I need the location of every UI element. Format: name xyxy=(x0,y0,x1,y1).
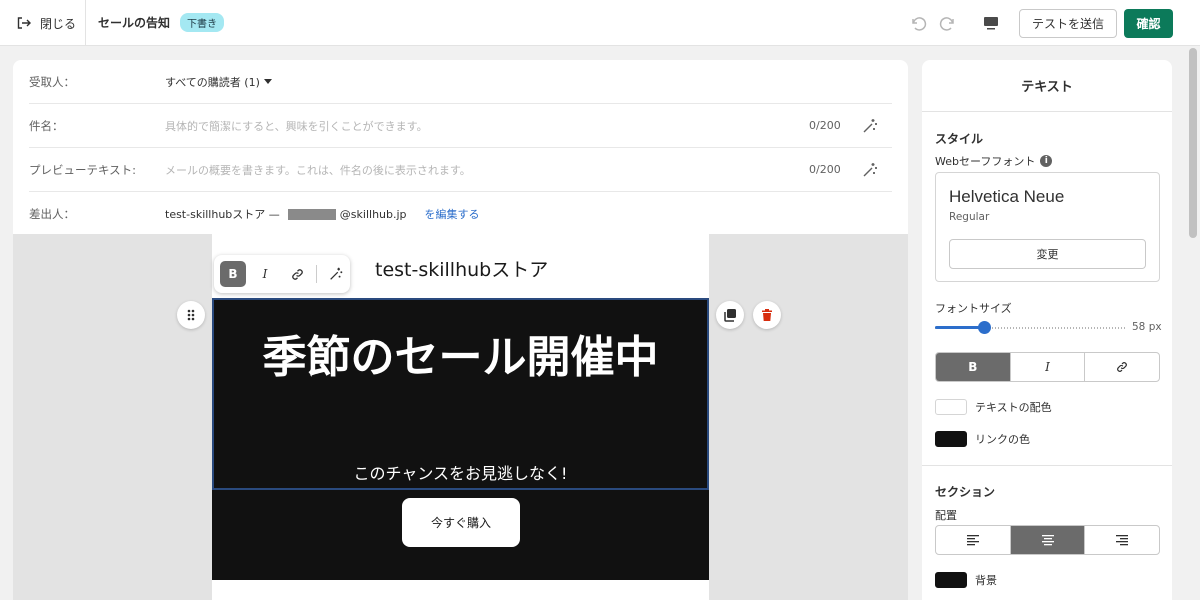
top-bar: 閉じる セールの告知 下書き テストを送信 確認 xyxy=(0,0,1200,46)
alignment-label: 配置 xyxy=(935,509,957,522)
link-color-swatch[interactable] xyxy=(935,431,967,447)
scrollbar-thumb[interactable] xyxy=(1189,48,1197,238)
background-color-row[interactable]: 背景 xyxy=(935,572,997,588)
websafe-font-label: Webセーフフォント i xyxy=(935,153,1053,169)
align-left-icon xyxy=(966,535,979,546)
page-title: セールの告知 xyxy=(98,16,171,30)
link-color-row[interactable]: リンクの色 xyxy=(935,431,1030,447)
redacted-block xyxy=(287,208,336,220)
drag-handle-icon xyxy=(187,309,195,321)
sender-row: 差出人： test-skillhubストア — @skillhub.jp を編集… xyxy=(29,192,892,236)
align-center-button[interactable] xyxy=(1010,526,1086,554)
drag-handle[interactable] xyxy=(177,301,205,329)
exit-icon xyxy=(17,17,31,29)
selected-block-outline xyxy=(212,298,709,490)
email-header-form: 受取人： すべての購読者 (1) 件名： 具体的で簡潔にすると、興味を引くことが… xyxy=(13,60,908,234)
panel-link-button[interactable] xyxy=(1085,353,1159,381)
delete-button[interactable] xyxy=(753,301,781,329)
sender-label: 差出人： xyxy=(29,207,75,221)
font-size-label: フォントサイズ xyxy=(935,302,1012,315)
text-settings-panel: テキスト スタイル Webセーフフォント i Helvetica Neue Re… xyxy=(922,60,1172,600)
text-color-label: テキストの配色 xyxy=(975,401,1052,414)
recipient-value: すべての購読者 (1) xyxy=(165,75,260,89)
background-label: 背景 xyxy=(975,574,997,587)
subject-row: 件名： 具体的で簡潔にすると、興味を引くことができます。 0/200 xyxy=(29,104,892,148)
status-badge: 下書き xyxy=(180,13,224,32)
text-format-group: B I xyxy=(935,352,1160,382)
font-picker: Helvetica Neue Regular 変更 xyxy=(935,172,1160,282)
subject-label: 件名： xyxy=(29,118,64,133)
align-left-button[interactable] xyxy=(936,526,1011,554)
link-button[interactable] xyxy=(284,261,310,287)
align-right-button[interactable] xyxy=(1085,526,1159,554)
link-icon xyxy=(291,268,303,280)
preview-text-label: プレビューテキスト: xyxy=(29,162,137,177)
recipient-label: 受取人： xyxy=(29,74,75,89)
subject-input[interactable]: 具体的で簡潔にすると、興味を引くことができます。 xyxy=(165,118,428,134)
buy-now-button[interactable]: 今すぐ購入 xyxy=(402,498,520,547)
align-right-icon xyxy=(1116,535,1129,546)
link-icon xyxy=(1117,362,1128,372)
link-color-label: リンクの色 xyxy=(975,433,1030,446)
recipient-select[interactable]: すべての購読者 (1) xyxy=(165,74,272,90)
recipient-row: 受取人： すべての購読者 (1) xyxy=(29,60,892,104)
redo-icon xyxy=(939,17,954,31)
duplicate-button[interactable] xyxy=(716,301,744,329)
info-icon[interactable]: i xyxy=(1040,155,1053,167)
change-font-button[interactable]: 変更 xyxy=(949,239,1146,269)
duplicate-icon xyxy=(724,309,736,322)
panel-title: テキスト xyxy=(922,60,1172,112)
text-color-swatch[interactable] xyxy=(935,399,967,415)
subject-char-count: 0/200 xyxy=(809,119,841,132)
edit-sender-link[interactable]: を編集する xyxy=(425,206,480,222)
panel-italic-button[interactable]: I xyxy=(1011,353,1086,381)
sender-value: test-skillhubストア — @skillhub.jp を編集する xyxy=(165,206,480,222)
magic-wand-icon xyxy=(330,267,343,280)
magic-wand-icon[interactable] xyxy=(861,117,879,135)
background-color-swatch[interactable] xyxy=(935,572,967,588)
align-center-icon xyxy=(1041,535,1054,546)
font-size-slider-thumb[interactable] xyxy=(978,321,991,334)
sender-name: test-skillhubストア — xyxy=(165,208,280,221)
ai-magic-button[interactable] xyxy=(323,261,349,287)
font-size-value: 58 px xyxy=(1132,321,1162,333)
style-heading: スタイル xyxy=(935,132,984,146)
preview-text-input[interactable]: メールの概要を書きます。これは、件名の後に表示されます。 xyxy=(165,162,471,178)
preview-char-count: 0/200 xyxy=(809,163,841,176)
bold-button[interactable]: B xyxy=(220,261,246,287)
websafe-font-text: Webセーフフォント xyxy=(935,155,1036,168)
desktop-preview-button[interactable] xyxy=(980,12,1002,34)
section-heading: セクション xyxy=(935,485,996,499)
panel-bold-button[interactable]: B xyxy=(936,353,1011,381)
confirm-button[interactable]: 確認 xyxy=(1124,9,1173,38)
close-button[interactable]: 閉じる xyxy=(0,0,86,46)
trash-icon xyxy=(762,309,772,321)
sender-domain: @skillhub.jp xyxy=(339,207,407,221)
alignment-group xyxy=(935,525,1160,555)
close-label: 閉じる xyxy=(40,16,77,31)
magic-wand-icon[interactable] xyxy=(861,161,879,179)
font-name: Helvetica Neue xyxy=(949,187,1065,206)
desktop-icon xyxy=(984,17,998,30)
preview-text-row: プレビューテキスト: メールの概要を書きます。これは、件名の後に表示されます。 … xyxy=(29,148,892,192)
caret-down-icon xyxy=(263,78,272,84)
text-color-row[interactable]: テキストの配色 xyxy=(935,399,1052,415)
undo-button[interactable] xyxy=(907,12,929,34)
font-style: Regular xyxy=(949,211,990,223)
store-name-text[interactable]: test-skillhubストア xyxy=(375,255,548,282)
undo-icon xyxy=(912,17,927,31)
redo-button[interactable] xyxy=(937,12,959,34)
format-toolbar: B I xyxy=(214,255,350,293)
panel-divider xyxy=(922,465,1172,466)
italic-button[interactable]: I xyxy=(252,261,278,287)
toolbar-divider xyxy=(316,265,317,283)
send-test-button[interactable]: テストを送信 xyxy=(1019,9,1117,38)
